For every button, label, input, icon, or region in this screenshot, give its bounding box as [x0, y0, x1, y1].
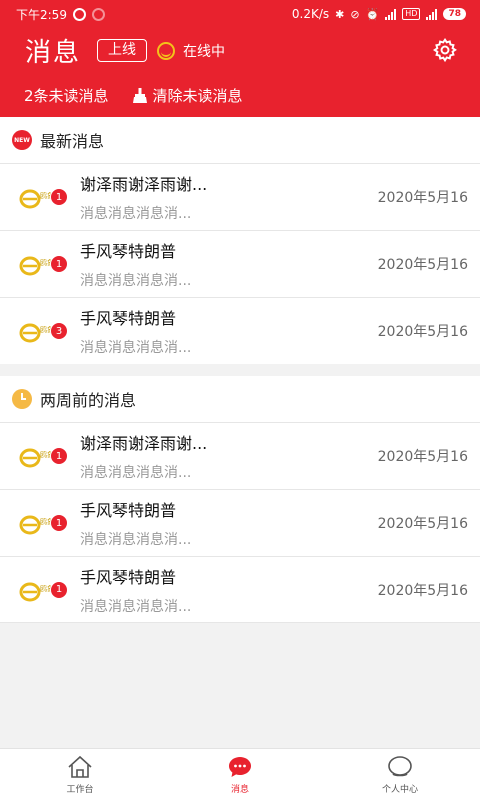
- message-title: 谢泽雨谢泽雨谢...: [80, 434, 208, 453]
- unread-count-badge: 1: [50, 514, 68, 532]
- latest-message-list: 鸥象 1 谢泽雨谢泽雨谢... 消息消息消息消... 2020年5月16 鸥象 …: [0, 163, 480, 364]
- message-row[interactable]: 鸥象 1 谢泽雨谢泽雨谢... 消息消息消息消... 2020年5月16: [0, 422, 480, 489]
- page-title: 消息: [25, 38, 82, 68]
- header-area: 下午2:59 0.2K/s ✱ ⊘ ⏰ HD 78 消息 上线 在线中 2条未读…: [0, 0, 480, 117]
- new-badge-icon: NEW: [12, 130, 32, 150]
- message-preview: 消息消息消息消...: [80, 532, 192, 548]
- battery-icon: 78: [443, 8, 466, 20]
- title-bar: 消息 上线 在线中: [0, 28, 480, 73]
- clear-unread-label: 清除未读消息: [152, 86, 243, 105]
- section-divider: [0, 364, 480, 376]
- alarm-icon: ⏰: [365, 7, 380, 21]
- bottom-tab-bar: 工作台 消息 个人中心: [0, 748, 480, 800]
- status-time: 下午2:59: [16, 7, 67, 22]
- settings-gear-icon[interactable]: [432, 37, 458, 63]
- hd-badge: HD: [402, 8, 421, 20]
- tab-label: 个人中心: [381, 784, 418, 795]
- message-date: 2020年5月16: [377, 190, 468, 206]
- signal-icon: [385, 8, 397, 20]
- message-title: 手风琴特朗普: [80, 242, 177, 261]
- home-icon: [68, 755, 92, 778]
- message-row[interactable]: 鸥象 1 手风琴特朗普 消息消息消息消... 2020年5月16: [0, 489, 480, 556]
- unread-bar: 2条未读消息 清除未读消息: [0, 73, 480, 117]
- net-speed: 0.2K/s: [291, 7, 330, 21]
- status-bar: 下午2:59 0.2K/s ✱ ⊘ ⏰ HD 78: [0, 0, 480, 28]
- unread-count-badge: 1: [50, 580, 68, 599]
- profile-icon: [388, 755, 412, 776]
- chat-icon: [229, 756, 251, 777]
- clear-unread-button[interactable]: 清除未读消息: [132, 85, 243, 106]
- unread-count-badge: 1: [50, 188, 68, 206]
- section-title: 两周前的消息: [40, 391, 137, 410]
- message-preview: 消息消息消息消...: [80, 465, 192, 481]
- app-logo-icon: 鸥象 1: [18, 575, 68, 605]
- section-latest-header: NEW 最新消息: [0, 117, 480, 163]
- app-notification-icon: [91, 7, 105, 21]
- app-logo-icon: 鸥象 1: [18, 182, 68, 212]
- online-button[interactable]: 上线: [97, 39, 148, 62]
- message-row[interactable]: 鸥象 3 手风琴特朗普 消息消息消息消... 2020年5月16: [0, 297, 480, 364]
- message-preview: 消息消息消息消...: [80, 598, 192, 615]
- older-message-list: 鸥象 1 谢泽雨谢泽雨谢... 消息消息消息消... 2020年5月16 鸥象 …: [0, 422, 480, 623]
- tab-label: 工作台: [66, 784, 94, 795]
- message-row[interactable]: 鸥象 1 手风琴特朗普 消息消息消息消... 2020年5月16: [0, 556, 480, 623]
- message-row[interactable]: 鸥象 1 手风琴特朗普 消息消息消息消... 2020年5月16: [0, 230, 480, 297]
- bluetooth-icon: ✱: [335, 7, 345, 21]
- message-date: 2020年5月16: [377, 324, 468, 340]
- message-row[interactable]: 鸥象 1 谢泽雨谢泽雨谢... 消息消息消息消... 2020年5月16: [0, 163, 480, 230]
- message-title: 手风琴特朗普: [80, 501, 177, 520]
- message-title: 手风琴特朗普: [80, 309, 177, 328]
- tab-profile[interactable]: 个人中心: [320, 749, 480, 800]
- message-preview: 消息消息消息消...: [80, 340, 192, 356]
- unread-count-badge: 1: [50, 255, 68, 273]
- section-older-header: 两周前的消息: [0, 376, 480, 422]
- message-date: 2020年5月16: [377, 582, 468, 599]
- clock-icon: [12, 389, 32, 409]
- message-preview: 消息消息消息消...: [80, 273, 192, 289]
- app-logo-icon: 鸥象 1: [18, 249, 68, 279]
- message-title: 手风琴特朗普: [80, 567, 177, 587]
- app-logo-icon: 鸥象 1: [18, 508, 68, 538]
- unread-count: 2条未读消息: [24, 86, 109, 105]
- message-date: 2020年5月16: [377, 449, 468, 465]
- app-logo-icon: 鸥象 1: [18, 441, 68, 471]
- weibo-icon: [72, 7, 86, 21]
- unread-count-badge: 3: [50, 322, 68, 340]
- tab-messages[interactable]: 消息: [160, 749, 320, 800]
- message-date: 2020年5月16: [377, 516, 468, 532]
- signal-icon-2: [426, 8, 438, 20]
- section-title: 最新消息: [40, 132, 105, 151]
- broom-icon: [132, 87, 147, 103]
- tab-workbench[interactable]: 工作台: [0, 749, 160, 800]
- unread-count-badge: 1: [50, 447, 68, 465]
- message-date: 2020年5月16: [377, 257, 468, 273]
- app-logo-icon: 鸥象 3: [18, 316, 68, 346]
- online-status: 在线中: [183, 43, 226, 60]
- message-title: 谢泽雨谢泽雨谢...: [80, 175, 208, 194]
- tab-label: 消息: [230, 784, 249, 795]
- smile-icon: [157, 41, 176, 60]
- mute-icon: ⊘: [350, 7, 360, 21]
- message-preview: 消息消息消息消...: [80, 206, 192, 222]
